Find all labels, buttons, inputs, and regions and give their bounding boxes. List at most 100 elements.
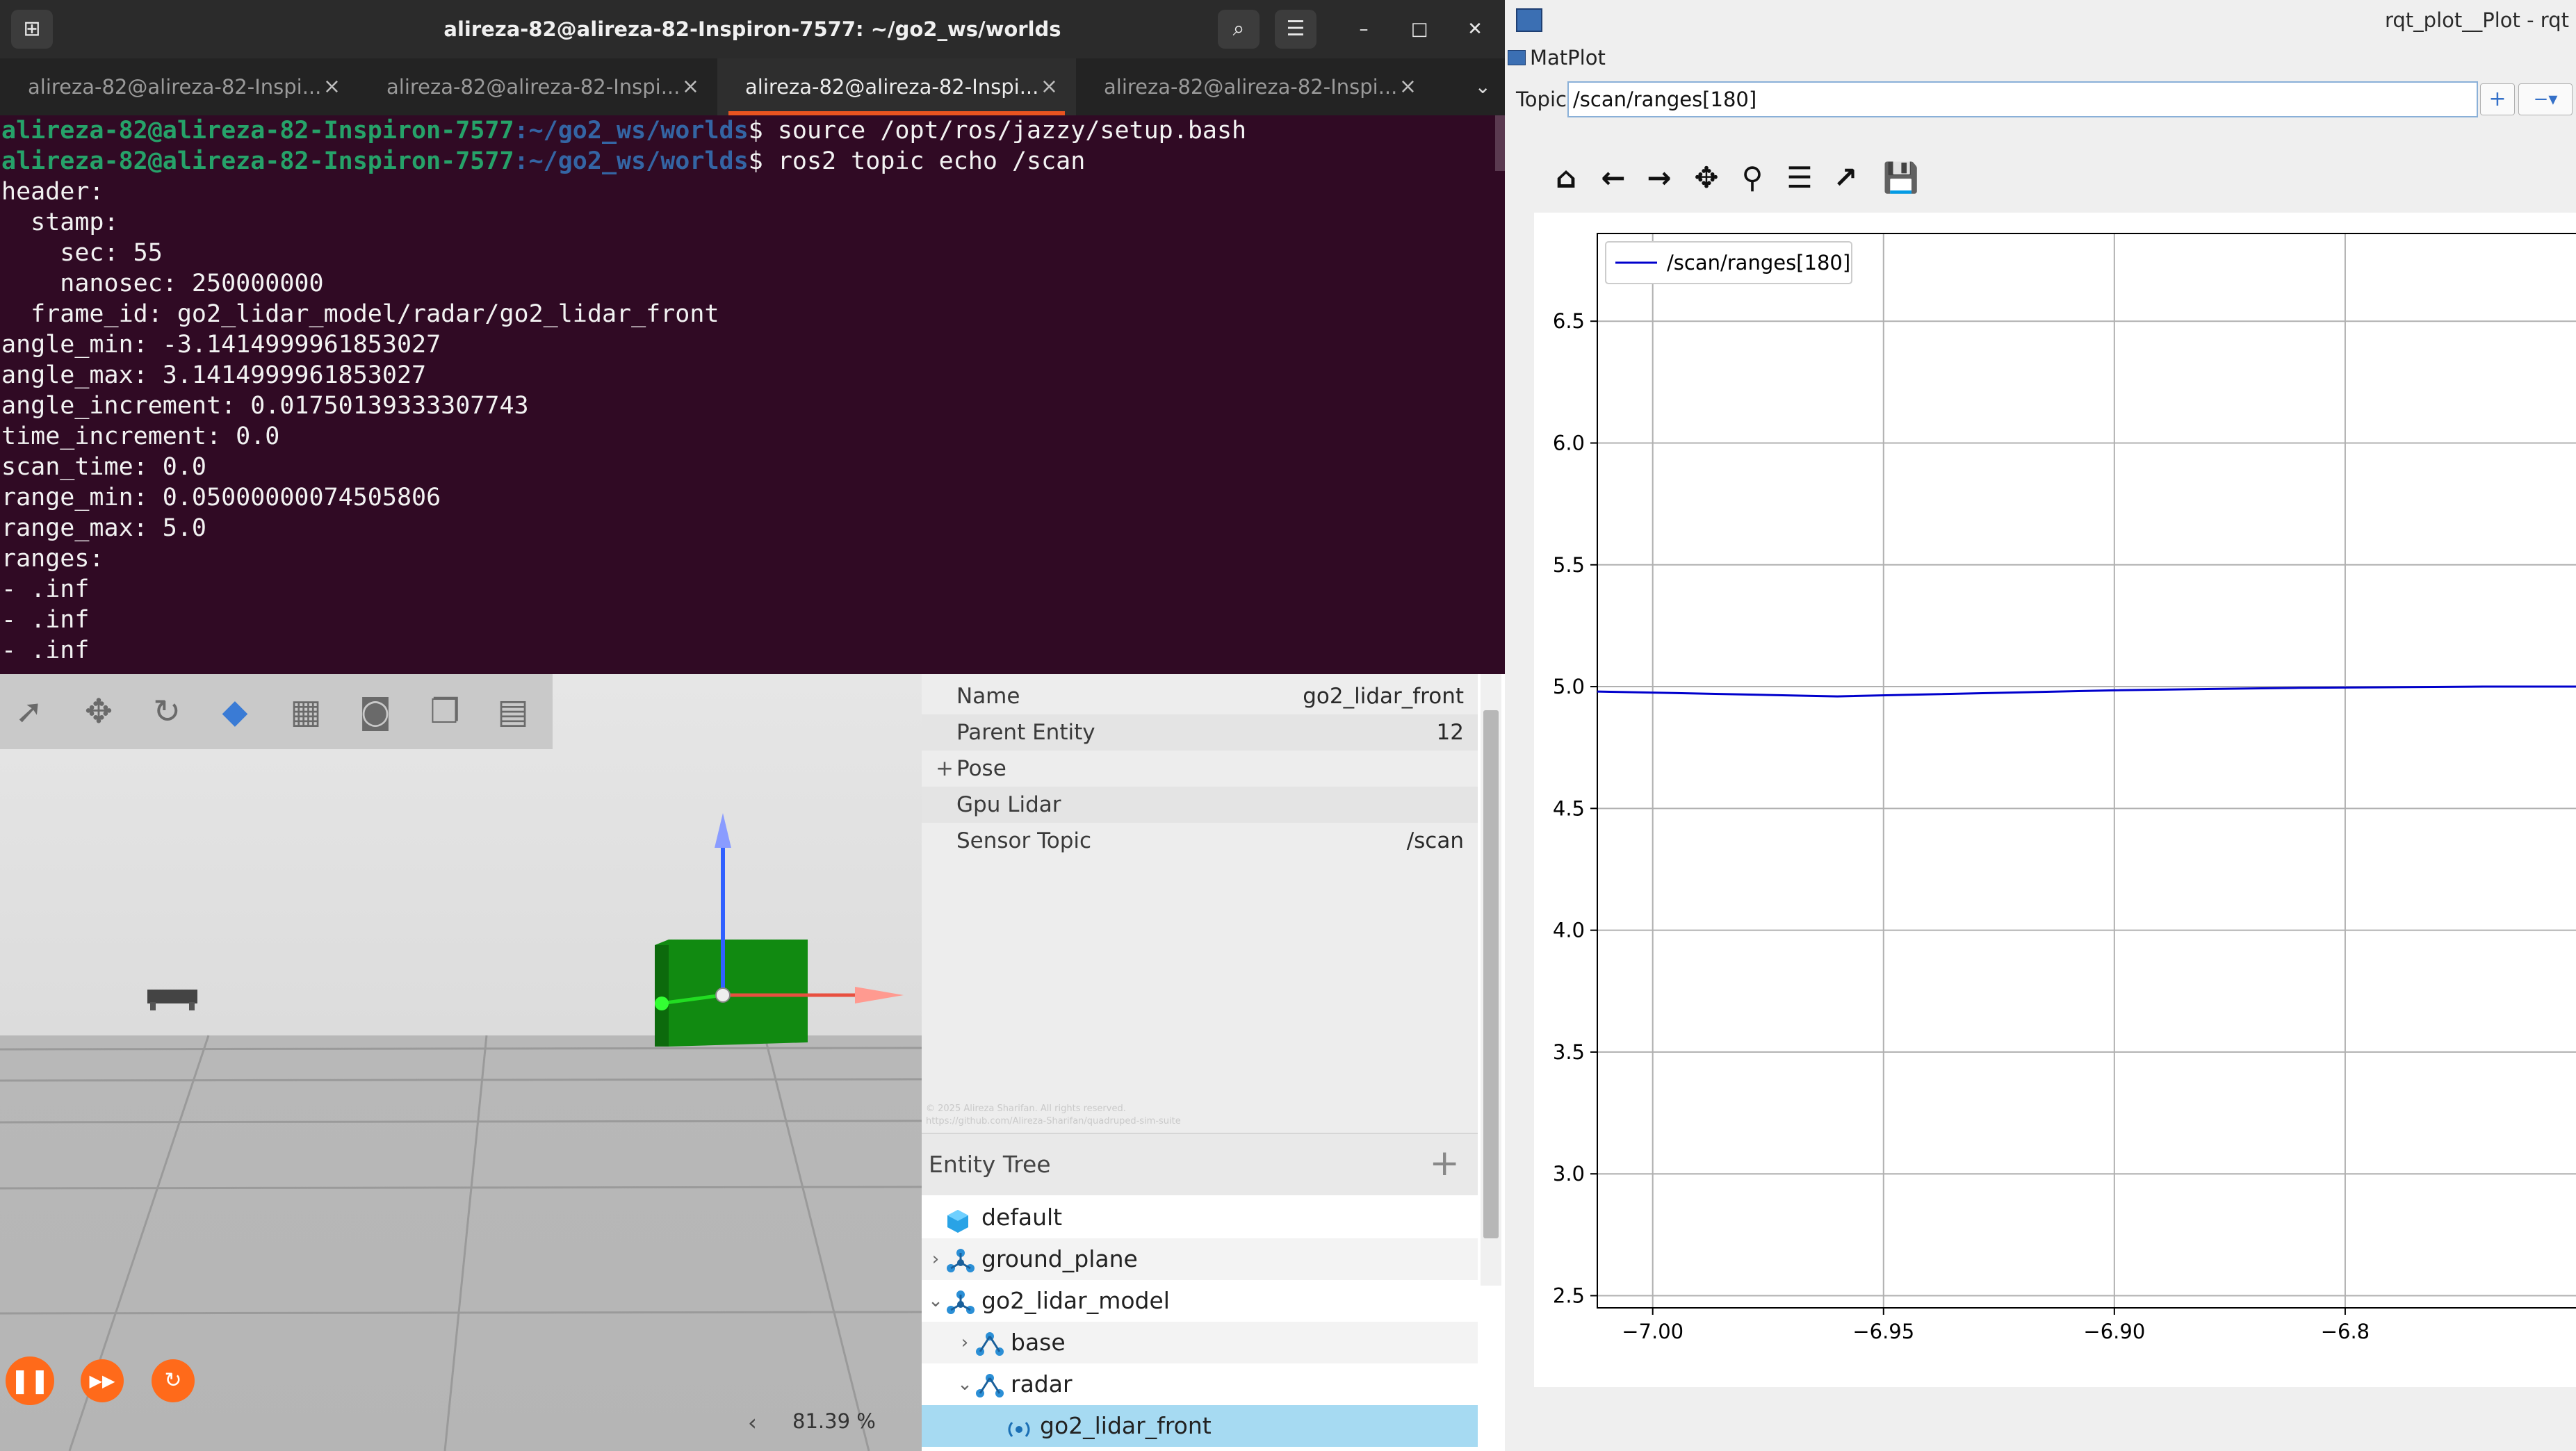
entity-tree-item-base[interactable]: › base bbox=[922, 1322, 1478, 1363]
close-icon[interactable]: ✕ bbox=[1456, 10, 1494, 49]
entity-tree-item-ground-plane[interactable]: › ground_plane bbox=[922, 1238, 1478, 1280]
screenshot-icon[interactable]: ◙ bbox=[353, 689, 398, 734]
rotate-icon[interactable]: ↻ bbox=[145, 689, 189, 734]
search-icon[interactable]: ⌕ bbox=[1218, 10, 1260, 49]
minimize-icon[interactable]: – bbox=[1344, 10, 1383, 49]
lidar-box-model bbox=[655, 940, 808, 1047]
close-tab-icon[interactable]: × bbox=[1399, 58, 1417, 115]
inspector-row-pose[interactable]: + Pose bbox=[922, 751, 1478, 787]
go2-robot-model bbox=[147, 990, 197, 1010]
output-line: angle_min: -3.1414999961853027 bbox=[1, 331, 441, 359]
x-tick-label: −6.8 bbox=[2321, 1320, 2370, 1343]
sensor-icon bbox=[1004, 1413, 1034, 1451]
expand-arrow-icon[interactable]: › bbox=[927, 1238, 944, 1280]
row-label: Name bbox=[956, 684, 1020, 709]
inspector-row-sensor-topic: Sensor Topic /scan bbox=[922, 823, 1478, 859]
inspector-row-name: Name go2_lidar_front bbox=[922, 678, 1478, 714]
plot-canvas[interactable]: 2.5 3.0 3.5 4.0 4.5 5.0 5.5 6.0 6.5 −7.00 −6.95 −6.… bbox=[1534, 213, 2576, 1387]
y-tick-label: 5.5 bbox=[1553, 553, 1585, 577]
entity-label: default bbox=[981, 1204, 1063, 1231]
scrollbar-thumb[interactable] bbox=[1483, 710, 1499, 1238]
pause-button[interactable]: ❚❚ bbox=[6, 1356, 54, 1405]
grid-icon[interactable]: ▦ bbox=[284, 689, 328, 734]
gazebo-3d-scene[interactable]: ➚ ✥ ↻ ◆ ▦ ◙ ❐ ▤ ❚❚ ▶▶ ↻ ‹ 81.39 % bbox=[0, 674, 922, 1451]
output-line: - .inf bbox=[1, 637, 90, 664]
output-line: stamp: bbox=[31, 208, 119, 236]
topic-label: Topic bbox=[1516, 88, 1567, 111]
expand-icon[interactable]: + bbox=[936, 751, 954, 787]
y-tick-label: 6.0 bbox=[1553, 431, 1585, 454]
edit-axis-icon[interactable]: ↗ bbox=[1825, 157, 1866, 199]
entity-tree-item-radar[interactable]: ⌄ radar bbox=[922, 1363, 1478, 1405]
output-line: header: bbox=[1, 178, 104, 206]
prompt-user: alireza-82@alireza-82-Inspiron-7577 bbox=[1, 147, 514, 175]
terminal-tab-1[interactable]: alireza-82@alireza-82-Inspi... × bbox=[0, 58, 359, 115]
copy-icon[interactable]: ❐ bbox=[423, 689, 467, 734]
terminal-tab-2[interactable]: alireza-82@alireza-82-Inspi... × bbox=[359, 58, 717, 115]
collapse-arrow-icon[interactable]: ⌄ bbox=[927, 1280, 944, 1322]
entity-tree-title: Entity Tree bbox=[929, 1151, 1051, 1178]
reset-button[interactable]: ↻ bbox=[152, 1359, 195, 1402]
copyright-watermark: © 2025 Alireza Sharifan. All rights rese… bbox=[926, 1104, 1126, 1114]
entity-tree-item-go2-lidar-model[interactable]: ⌄ go2_lidar_model bbox=[922, 1280, 1478, 1322]
forward-icon[interactable]: → bbox=[1638, 157, 1680, 199]
y-tick-label: 4.5 bbox=[1553, 796, 1585, 820]
y-tick-label: 5.0 bbox=[1553, 675, 1585, 698]
ground-grid bbox=[0, 1035, 922, 1451]
tab-label: alireza-82@alireza-82-Inspi... bbox=[386, 75, 680, 99]
entity-tree-item-default[interactable]: default bbox=[922, 1197, 1478, 1238]
step-button[interactable]: ▶▶ bbox=[81, 1359, 124, 1402]
add-entity-icon[interactable]: + bbox=[1429, 1142, 1460, 1184]
transform-control-icon[interactable]: ◆ bbox=[213, 689, 257, 734]
maximize-icon[interactable]: □ bbox=[1400, 10, 1439, 49]
close-tab-icon[interactable]: × bbox=[682, 58, 699, 115]
paste-icon[interactable]: ▤ bbox=[491, 689, 535, 734]
expand-arrow-icon[interactable]: › bbox=[956, 1322, 973, 1363]
terminal-output[interactable]: alireza-82@alireza-82-Inspiron-7577:~/go… bbox=[0, 115, 1505, 674]
close-tab-icon[interactable]: × bbox=[323, 58, 341, 115]
prompt-user: alireza-82@alireza-82-Inspiron-7577 bbox=[1, 117, 514, 145]
tab-label: alireza-82@alireza-82-Inspi... bbox=[745, 75, 1039, 99]
matplot-plugin-icon bbox=[1508, 50, 1526, 65]
row-value[interactable]: go2_lidar_front bbox=[1303, 678, 1464, 714]
collapse-arrow-icon[interactable]: ⌄ bbox=[956, 1363, 973, 1405]
row-value: 12 bbox=[1436, 720, 1464, 745]
add-topic-button[interactable]: + bbox=[2480, 83, 2515, 115]
output-line: range_min: 0.05000000074505806 bbox=[1, 484, 441, 511]
output-line: - .inf bbox=[1, 606, 90, 634]
entity-tree-header: Entity Tree + bbox=[922, 1133, 1478, 1195]
y-tick-label: 2.5 bbox=[1553, 1284, 1585, 1307]
row-label: Sensor Topic bbox=[956, 828, 1092, 853]
line-chart: 2.5 3.0 3.5 4.0 4.5 5.0 5.5 6.0 6.5 −7.00 −6.95 −6.… bbox=[1553, 233, 2576, 1343]
terminal-scrollbar[interactable] bbox=[1495, 115, 1505, 171]
command-line: $ source /opt/ros/jazzy/setup.bash bbox=[748, 117, 1247, 145]
remove-topic-button[interactable]: −▾ bbox=[2518, 83, 2573, 115]
close-tab-icon[interactable]: × bbox=[1041, 58, 1058, 115]
save-icon[interactable]: 💾 bbox=[1880, 157, 1922, 199]
zoom-icon[interactable]: ⚲ bbox=[1731, 157, 1773, 199]
back-icon[interactable]: ← bbox=[1592, 157, 1634, 199]
desktop: ⊞ alireza-82@alireza-82-Inspiron-7577: ~… bbox=[0, 0, 2576, 1451]
scene-render bbox=[0, 813, 922, 1451]
tabs-dropdown-icon[interactable]: ⌄ bbox=[1475, 58, 1491, 115]
entity-label: go2_lidar_front bbox=[1040, 1412, 1212, 1439]
topic-input[interactable]: /scan/ranges[180] bbox=[1567, 81, 2478, 117]
configure-icon[interactable]: ☰ bbox=[1779, 157, 1820, 199]
home-icon[interactable]: ⌂ bbox=[1545, 157, 1587, 199]
inspector-row-gpu-lidar: Gpu Lidar bbox=[922, 787, 1478, 823]
translate-icon[interactable]: ✥ bbox=[76, 689, 121, 734]
terminal-tab-3[interactable]: alireza-82@alireza-82-Inspi... × bbox=[717, 58, 1076, 115]
component-inspector: Name go2_lidar_front Parent Entity 12 + … bbox=[922, 674, 1478, 1133]
row-value[interactable]: /scan bbox=[1407, 823, 1464, 859]
entity-tree-item-go2-lidar-front[interactable]: go2_lidar_front bbox=[922, 1405, 1478, 1447]
inspector-scrollbar[interactable] bbox=[1481, 674, 1501, 1286]
select-icon[interactable]: ➚ bbox=[7, 689, 51, 734]
collapse-stats-icon[interactable]: ‹ bbox=[748, 1409, 757, 1436]
legend-label: /scan/ranges[180] bbox=[1667, 251, 1850, 274]
output-line: nanosec: 250000000 bbox=[60, 270, 324, 297]
pan-icon[interactable]: ✥ bbox=[1686, 157, 1727, 199]
scan-message-output: header: stamp: sec: 55 nanosec: 25000000… bbox=[1, 178, 719, 664]
terminal-tab-4[interactable]: alireza-82@alireza-82-Inspi... × bbox=[1076, 58, 1435, 115]
url-watermark: https://github.com/Alireza-Sharifan/quad… bbox=[926, 1116, 1181, 1126]
menu-icon[interactable]: ☰ bbox=[1275, 10, 1316, 49]
